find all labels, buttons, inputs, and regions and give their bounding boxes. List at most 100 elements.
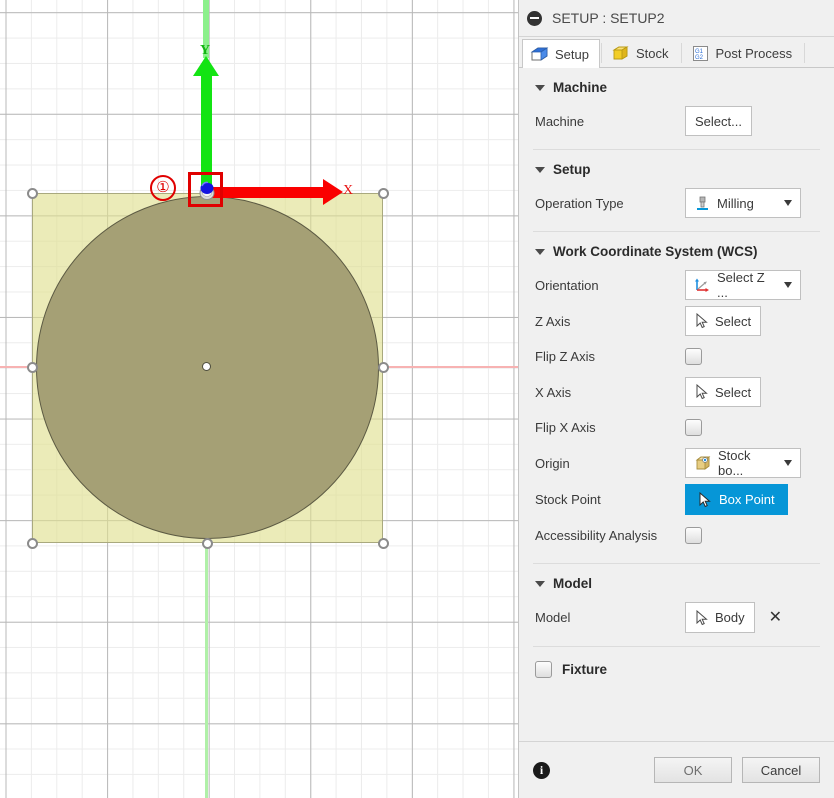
- stock-handle-mid-left[interactable]: [27, 362, 38, 373]
- tab-stock[interactable]: Stock: [603, 39, 680, 67]
- stock-handle-bottom-right[interactable]: [378, 538, 389, 549]
- dialog-body: Machine Machine Select... Setup Operatio…: [519, 68, 834, 741]
- chevron-down-icon: [535, 581, 545, 587]
- annotation-marker-1: ①: [150, 175, 176, 201]
- row-flip-x-axis: Flip X Axis: [519, 410, 834, 445]
- flip-z-axis-label: Flip Z Axis: [535, 349, 685, 364]
- x-axis-select-label: Select: [715, 385, 751, 400]
- tab-separator-3: [804, 43, 805, 63]
- tab-bar: Setup Stock G1 G2 Post Process: [519, 37, 834, 68]
- stock-box-icon: [611, 44, 630, 63]
- cad-viewport[interactable]: Y X ①: [0, 0, 518, 798]
- accessibility-analysis-checkbox[interactable]: [685, 527, 702, 544]
- section-fixture-header[interactable]: Fixture: [519, 647, 834, 686]
- section-machine-header[interactable]: Machine: [519, 68, 834, 103]
- origin-value: Stock bo...: [718, 448, 778, 478]
- row-origin: Origin Stock bo...: [519, 445, 834, 481]
- model-body-label: Body: [715, 610, 745, 625]
- flip-z-axis-checkbox[interactable]: [685, 348, 702, 365]
- z-axis-label: Z Axis: [535, 314, 685, 329]
- tab-post-process[interactable]: G1 G2 Post Process: [683, 39, 804, 67]
- tab-post-process-label: Post Process: [716, 46, 793, 61]
- origin-dropdown[interactable]: Stock bo...: [685, 448, 801, 478]
- operation-type-dropdown[interactable]: Milling: [685, 188, 801, 218]
- stock-handle-bottom-center[interactable]: [202, 538, 213, 549]
- row-machine: Machine Select...: [519, 103, 834, 139]
- x-axis-arrow-head[interactable]: [323, 179, 343, 205]
- chevron-down-icon: [784, 282, 792, 288]
- x-axis-label: X Axis: [535, 385, 685, 400]
- operation-type-value: Milling: [717, 196, 778, 211]
- z-axis-select-button[interactable]: Select: [685, 306, 761, 336]
- ok-button[interactable]: OK: [654, 757, 732, 783]
- z-axis-select-label: Select: [715, 314, 751, 329]
- cancel-button[interactable]: Cancel: [742, 757, 820, 783]
- model-center-point[interactable]: [202, 362, 211, 371]
- origin-selection-box[interactable]: [188, 172, 223, 207]
- section-model-header[interactable]: Model: [519, 564, 834, 599]
- stock-point-label: Stock Point: [535, 492, 685, 507]
- stock-handle-top-right[interactable]: [378, 188, 389, 199]
- stock-box-point-icon: [694, 454, 712, 472]
- setup-box-icon: [530, 45, 549, 64]
- cursor-arrow-icon: [698, 492, 713, 508]
- cursor-arrow-icon: [695, 610, 710, 626]
- row-accessibility-analysis: Accessibility Analysis: [519, 518, 834, 553]
- svg-text:G2: G2: [695, 55, 704, 61]
- origin-label: Origin: [535, 456, 685, 471]
- dialog-title-bar: SETUP : SETUP2: [519, 0, 834, 37]
- chevron-down-icon: [535, 249, 545, 255]
- minimize-icon[interactable]: [527, 11, 542, 26]
- info-icon[interactable]: i: [533, 762, 550, 779]
- section-setup-title: Setup: [553, 162, 591, 177]
- section-machine-title: Machine: [553, 80, 607, 95]
- section-fixture-title: Fixture: [562, 662, 607, 677]
- x-axis-arrow-shaft[interactable]: [209, 187, 325, 198]
- orientation-label: Orientation: [535, 278, 685, 293]
- machine-label: Machine: [535, 114, 685, 129]
- tab-setup[interactable]: Setup: [522, 39, 600, 68]
- clear-model-selection-icon[interactable]: ✕: [769, 610, 782, 626]
- tab-separator-2: [681, 43, 682, 63]
- accessibility-analysis-label: Accessibility Analysis: [535, 528, 685, 543]
- fixture-checkbox[interactable]: [535, 661, 552, 678]
- orientation-value: Select Z ...: [717, 270, 778, 300]
- cursor-arrow-icon: [695, 313, 710, 329]
- y-axis-arrow-head[interactable]: [193, 56, 219, 76]
- chevron-down-icon: [784, 200, 792, 206]
- chevron-down-icon: [535, 85, 545, 91]
- stock-point-box-point-button[interactable]: Box Point: [685, 484, 788, 515]
- milling-tool-icon: [694, 195, 711, 212]
- stock-point-button-label: Box Point: [719, 492, 775, 507]
- x-axis-label: X: [343, 183, 353, 199]
- stock-handle-top-left[interactable]: [27, 188, 38, 199]
- model-body-button[interactable]: Body: [685, 602, 755, 633]
- row-orientation: Orientation Select Z ...: [519, 267, 834, 303]
- section-wcs-header[interactable]: Work Coordinate System (WCS): [519, 232, 834, 267]
- section-model-title: Model: [553, 576, 592, 591]
- operation-type-label: Operation Type: [535, 196, 685, 211]
- chevron-down-icon: [535, 167, 545, 173]
- flip-x-axis-checkbox[interactable]: [685, 419, 702, 436]
- model-label: Model: [535, 610, 685, 625]
- machine-select-button[interactable]: Select...: [685, 106, 752, 136]
- orientation-dropdown[interactable]: Select Z ...: [685, 270, 801, 300]
- section-setup-header[interactable]: Setup: [519, 150, 834, 185]
- setup-dialog-panel: SETUP : SETUP2 Setup Stock G1 G2: [518, 0, 834, 798]
- stock-handle-bottom-left[interactable]: [27, 538, 38, 549]
- x-axis-select-button[interactable]: Select: [685, 377, 761, 407]
- axes-orientation-icon: [694, 277, 711, 294]
- row-flip-z-axis: Flip Z Axis: [519, 339, 834, 374]
- row-z-axis: Z Axis Select: [519, 303, 834, 339]
- tab-setup-label: Setup: [555, 47, 589, 62]
- stock-handle-mid-right[interactable]: [378, 362, 389, 373]
- g-code-icon: G1 G2: [691, 44, 710, 63]
- row-x-axis: X Axis Select: [519, 374, 834, 410]
- page-title: SETUP : SETUP2: [552, 10, 665, 26]
- tab-stock-label: Stock: [636, 46, 669, 61]
- row-operation-type: Operation Type Milling: [519, 185, 834, 221]
- chevron-down-icon: [784, 460, 792, 466]
- section-wcs-title: Work Coordinate System (WCS): [553, 244, 758, 259]
- row-model: Model Body ✕: [519, 599, 834, 636]
- tab-separator-1: [601, 43, 602, 63]
